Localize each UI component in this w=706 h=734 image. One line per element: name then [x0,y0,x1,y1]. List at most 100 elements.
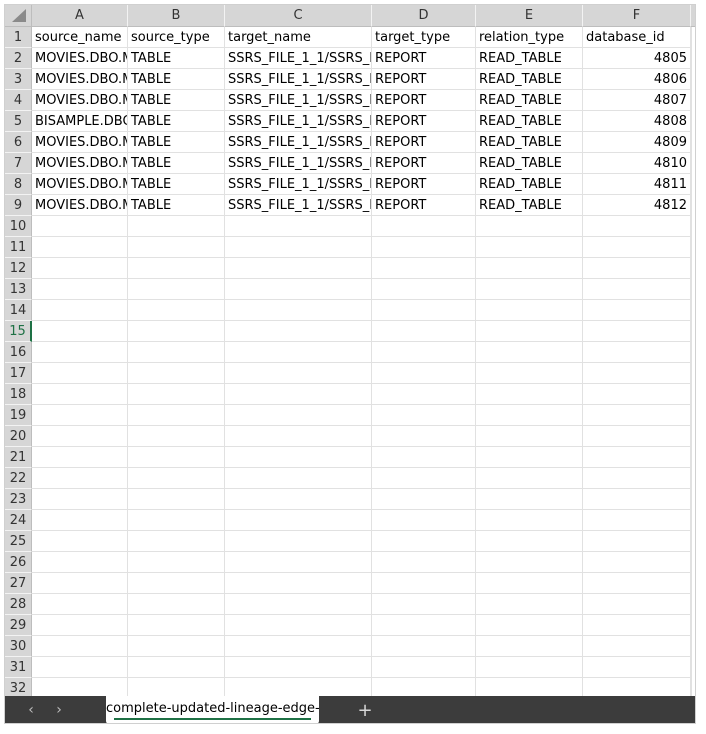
row-header[interactable]: 29 [5,615,32,636]
cell-b16[interactable] [128,342,225,363]
row-header[interactable]: 21 [5,447,32,468]
row-header[interactable]: 7 [5,153,32,174]
cell-f29[interactable] [583,615,691,636]
cell-a12[interactable] [32,258,128,279]
row-header[interactable]: 8 [5,174,32,195]
cell-f25[interactable] [583,531,691,552]
cell-e2[interactable]: READ_TABLE [476,48,583,69]
cell-c29[interactable] [225,615,372,636]
cell-c23[interactable] [225,489,372,510]
row-header[interactable]: 31 [5,657,32,678]
cell-b6[interactable]: TABLE [128,132,225,153]
cell-c22[interactable] [225,468,372,489]
cell-c8[interactable]: SSRS_FILE_1_1/SSRS_F [225,174,372,195]
cell-b1[interactable]: source_type [128,27,225,48]
cell-f14[interactable] [583,300,691,321]
cell-d19[interactable] [372,405,476,426]
cell-c28[interactable] [225,594,372,615]
cell-f2[interactable]: 4805 [583,48,691,69]
cell-f20[interactable] [583,426,691,447]
cell-f26[interactable] [583,552,691,573]
row-header[interactable]: 3 [5,69,32,90]
cell-f9[interactable]: 4812 [583,195,691,216]
cell-b11[interactable] [128,237,225,258]
row-header[interactable]: 14 [5,300,32,321]
chevron-left-icon[interactable]: ‹ [19,696,43,723]
row-header[interactable]: 11 [5,237,32,258]
row-header[interactable]: 17 [5,363,32,384]
cell-c9[interactable]: SSRS_FILE_1_1/SSRS_F [225,195,372,216]
cell-a30[interactable] [32,636,128,657]
cell-c18[interactable] [225,384,372,405]
cell-c27[interactable] [225,573,372,594]
cell-f21[interactable] [583,447,691,468]
cell-a4[interactable]: MOVIES.DBO.M [32,90,128,111]
cell-b8[interactable]: TABLE [128,174,225,195]
column-header-d[interactable]: D [372,5,476,27]
cell-f17[interactable] [583,363,691,384]
cell-c12[interactable] [225,258,372,279]
cell-d6[interactable]: REPORT [372,132,476,153]
cell-f30[interactable] [583,636,691,657]
cell-c1[interactable]: target_name [225,27,372,48]
cell-e13[interactable] [476,279,583,300]
sheet-tab-active[interactable]: complete-updated-lineage-edge-l [106,696,319,723]
cell-e25[interactable] [476,531,583,552]
cell-a8[interactable]: MOVIES.DBO.M [32,174,128,195]
cell-a13[interactable] [32,279,128,300]
cell-a25[interactable] [32,531,128,552]
cell-e28[interactable] [476,594,583,615]
cell-b9[interactable]: TABLE [128,195,225,216]
cell-b30[interactable] [128,636,225,657]
cell-d24[interactable] [372,510,476,531]
cell-e10[interactable] [476,216,583,237]
cell-e29[interactable] [476,615,583,636]
row-header[interactable]: 10 [5,216,32,237]
row-header[interactable]: 1 [5,27,32,48]
cell-a5[interactable]: BISAMPLE.DBO [32,111,128,132]
cell-f12[interactable] [583,258,691,279]
cell-e16[interactable] [476,342,583,363]
cell-b15[interactable] [128,321,225,342]
row-header[interactable]: 19 [5,405,32,426]
row-header[interactable]: 22 [5,468,32,489]
cell-c6[interactable]: SSRS_FILE_1_1/SSRS_F [225,132,372,153]
cell-c26[interactable] [225,552,372,573]
cell-e8[interactable]: READ_TABLE [476,174,583,195]
cell-b14[interactable] [128,300,225,321]
cell-b10[interactable] [128,216,225,237]
cell-d28[interactable] [372,594,476,615]
cell-e18[interactable] [476,384,583,405]
cell-c21[interactable] [225,447,372,468]
cell-e5[interactable]: READ_TABLE [476,111,583,132]
cell-b4[interactable]: TABLE [128,90,225,111]
cell-f16[interactable] [583,342,691,363]
cell-d30[interactable] [372,636,476,657]
row-header[interactable]: 13 [5,279,32,300]
cell-a20[interactable] [32,426,128,447]
cell-d22[interactable] [372,468,476,489]
cell-e27[interactable] [476,573,583,594]
cell-e15[interactable] [476,321,583,342]
column-header-c[interactable]: C [225,5,372,27]
cell-d13[interactable] [372,279,476,300]
cell-f24[interactable] [583,510,691,531]
cell-e11[interactable] [476,237,583,258]
cell-f4[interactable]: 4807 [583,90,691,111]
cell-d4[interactable]: REPORT [372,90,476,111]
cell-d14[interactable] [372,300,476,321]
cell-c31[interactable] [225,657,372,678]
cell-a7[interactable]: MOVIES.DBO.M [32,153,128,174]
cell-d29[interactable] [372,615,476,636]
cell-a2[interactable]: MOVIES.DBO.M [32,48,128,69]
cell-a29[interactable] [32,615,128,636]
row-header[interactable]: 20 [5,426,32,447]
cell-a15[interactable] [32,321,128,342]
cell-f13[interactable] [583,279,691,300]
cell-d31[interactable] [372,657,476,678]
cell-a10[interactable] [32,216,128,237]
cell-c25[interactable] [225,531,372,552]
cell-d16[interactable] [372,342,476,363]
cell-f22[interactable] [583,468,691,489]
cell-d12[interactable] [372,258,476,279]
